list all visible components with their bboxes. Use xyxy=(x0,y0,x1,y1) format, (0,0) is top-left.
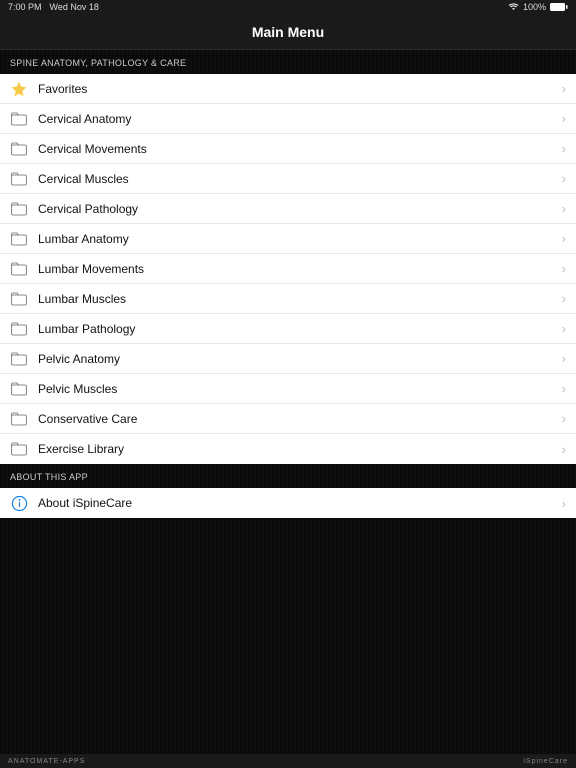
list-item[interactable]: Lumbar Muscles› xyxy=(0,284,576,314)
chevron-right-icon: › xyxy=(562,231,566,246)
list-item-label: Lumbar Muscles xyxy=(38,292,562,306)
folder-icon xyxy=(10,440,28,458)
list-item[interactable]: Pelvic Muscles› xyxy=(0,374,576,404)
chevron-right-icon: › xyxy=(562,141,566,156)
status-date: Wed Nov 18 xyxy=(50,2,99,12)
battery-icon xyxy=(550,3,568,11)
chevron-right-icon: › xyxy=(562,171,566,186)
folder-icon xyxy=(10,350,28,368)
chevron-right-icon: › xyxy=(562,261,566,276)
list-item[interactable]: Cervical Muscles› xyxy=(0,164,576,194)
folder-icon xyxy=(10,410,28,428)
footer: ANATOMATE-APPS iSpineCare xyxy=(0,754,576,768)
list-item[interactable]: Cervical Movements› xyxy=(0,134,576,164)
list-item[interactable]: About iSpineCare› xyxy=(0,488,576,518)
list-item-label: Exercise Library xyxy=(38,442,562,456)
wifi-icon xyxy=(508,3,519,11)
status-battery: 100% xyxy=(523,2,546,12)
section-header: SPINE ANATOMY, PATHOLOGY & CARE xyxy=(0,50,576,74)
list-item[interactable]: Exercise Library› xyxy=(0,434,576,464)
folder-icon xyxy=(10,140,28,158)
folder-icon xyxy=(10,320,28,338)
list-item[interactable]: Conservative Care› xyxy=(0,404,576,434)
status-bar: 7:00 PM Wed Nov 18 100% xyxy=(0,0,576,14)
list-item[interactable]: Lumbar Anatomy› xyxy=(0,224,576,254)
chevron-right-icon: › xyxy=(562,496,566,511)
folder-icon xyxy=(10,110,28,128)
folder-icon xyxy=(10,200,28,218)
status-time: 7:00 PM xyxy=(8,2,42,12)
chevron-right-icon: › xyxy=(562,321,566,336)
nav-bar: Main Menu xyxy=(0,14,576,50)
list-item[interactable]: Cervical Anatomy› xyxy=(0,104,576,134)
list-item-label: Lumbar Movements xyxy=(38,262,562,276)
chevron-right-icon: › xyxy=(562,411,566,426)
list-item[interactable]: Lumbar Pathology› xyxy=(0,314,576,344)
list-item-label: Pelvic Muscles xyxy=(38,382,562,396)
list-item-label: Favorites xyxy=(38,82,562,96)
chevron-right-icon: › xyxy=(562,291,566,306)
footer-brand: ANATOMATE-APPS xyxy=(8,758,85,765)
chevron-right-icon: › xyxy=(562,81,566,96)
chevron-right-icon: › xyxy=(562,111,566,126)
folder-icon xyxy=(10,170,28,188)
folder-icon xyxy=(10,290,28,308)
folder-icon xyxy=(10,230,28,248)
list-item-label: About iSpineCare xyxy=(38,496,562,510)
chevron-right-icon: › xyxy=(562,201,566,216)
info-icon xyxy=(10,494,28,512)
footer-app: iSpineCare xyxy=(523,758,568,765)
list-item-label: Lumbar Anatomy xyxy=(38,232,562,246)
list-item[interactable]: Cervical Pathology› xyxy=(0,194,576,224)
section-header: ABOUT THIS APP xyxy=(0,464,576,488)
list-item-label: Cervical Movements xyxy=(38,142,562,156)
folder-icon xyxy=(10,380,28,398)
list-item[interactable]: Pelvic Anatomy› xyxy=(0,344,576,374)
list-item[interactable]: Favorites› xyxy=(0,74,576,104)
chevron-right-icon: › xyxy=(562,381,566,396)
list-item-label: Cervical Pathology xyxy=(38,202,562,216)
chevron-right-icon: › xyxy=(562,351,566,366)
list: About iSpineCare› xyxy=(0,488,576,518)
list-item-label: Pelvic Anatomy xyxy=(38,352,562,366)
page-title: Main Menu xyxy=(252,24,324,40)
list-item-label: Cervical Anatomy xyxy=(38,112,562,126)
chevron-right-icon: › xyxy=(562,442,566,457)
star-icon xyxy=(10,80,28,98)
list-item-label: Conservative Care xyxy=(38,412,562,426)
list-item-label: Lumbar Pathology xyxy=(38,322,562,336)
list: Favorites›Cervical Anatomy›Cervical Move… xyxy=(0,74,576,464)
list-item-label: Cervical Muscles xyxy=(38,172,562,186)
folder-icon xyxy=(10,260,28,278)
list-item[interactable]: Lumbar Movements› xyxy=(0,254,576,284)
